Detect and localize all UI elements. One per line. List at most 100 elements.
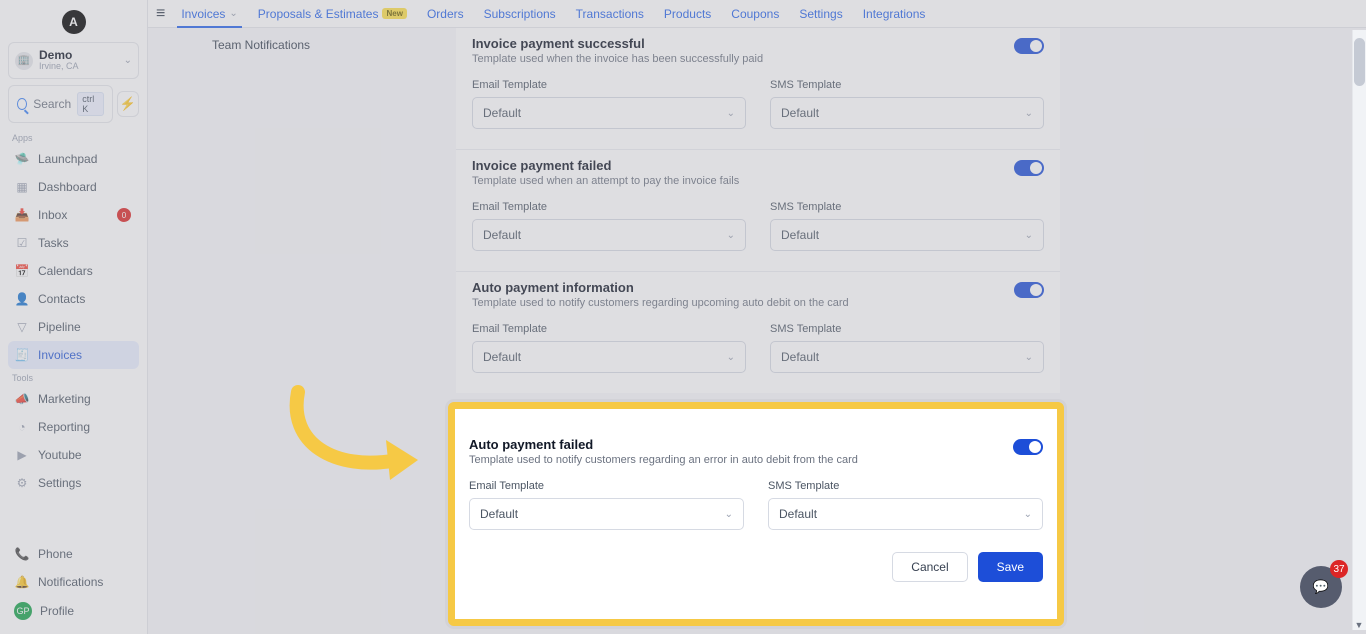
tab-settings[interactable]: Settings	[789, 2, 852, 26]
section-desc: Template used when an attempt to pay the…	[472, 175, 1014, 187]
email-template-select[interactable]: Default⌄	[469, 498, 744, 530]
tab-products[interactable]: Products	[654, 2, 721, 26]
chart-icon: ◔	[14, 419, 30, 435]
section-desc: Template used when the invoice has been …	[472, 53, 1014, 65]
sms-template-label: SMS Template	[770, 323, 1044, 335]
scrollbar-thumb[interactable]	[1354, 38, 1365, 86]
select-value: Default	[483, 350, 521, 364]
chevron-down-icon: ⌄	[727, 352, 735, 363]
chevron-down-icon: ⌄	[1025, 230, 1033, 241]
nav-label: Profile	[40, 604, 74, 618]
settings-subpanel: Team Notifications	[156, 28, 432, 62]
tab-label: Products	[664, 7, 711, 21]
sidebar-item-youtube[interactable]: ▶Youtube	[8, 441, 139, 469]
bolt-icon: ⚡	[120, 96, 136, 112]
tab-label: Subscriptions	[484, 7, 556, 21]
select-value: Default	[779, 507, 817, 521]
account-info: Demo Irvine, CA	[39, 49, 118, 72]
section-title: Invoice payment successful	[472, 36, 1014, 51]
nav-label: Dashboard	[38, 180, 97, 194]
menu-icon[interactable]: ≡	[156, 5, 165, 23]
toggle-switch[interactable]	[1014, 38, 1044, 54]
sidebar-item-invoices[interactable]: 🧾Invoices	[8, 341, 139, 369]
toggle-switch[interactable]	[1014, 282, 1044, 298]
sidebar-item-calendars[interactable]: 📅Calendars	[8, 257, 139, 285]
inbox-badge: 0	[117, 208, 131, 222]
top-tab-bar: ≡ Invoices⌄ Proposals & EstimatesNew Ord…	[148, 0, 1366, 28]
tab-label: Settings	[799, 7, 842, 21]
scroll-down-button[interactable]: ▼	[1352, 618, 1366, 632]
tab-integrations[interactable]: Integrations	[853, 2, 936, 26]
search-row: Search ctrl K ⚡	[8, 85, 139, 123]
logo-icon: A	[62, 10, 86, 34]
sidebar-item-profile[interactable]: GPProfile	[8, 596, 139, 626]
app-logo: A	[8, 8, 139, 36]
account-switcher[interactable]: 🏢 Demo Irvine, CA ⌄	[8, 42, 139, 79]
tab-label: Coupons	[731, 7, 779, 21]
sidebar-item-inbox[interactable]: 📥Inbox0	[8, 201, 139, 229]
tab-invoices[interactable]: Invoices⌄	[171, 2, 247, 26]
tab-subscriptions[interactable]: Subscriptions	[474, 2, 566, 26]
sidebar: A 🏢 Demo Irvine, CA ⌄ Search ctrl K ⚡ Ap…	[0, 0, 148, 634]
email-template-label: Email Template	[472, 201, 746, 213]
email-template-label: Email Template	[472, 323, 746, 335]
search-button[interactable]: Search ctrl K	[8, 85, 113, 123]
search-kbd: ctrl K	[77, 92, 104, 116]
chat-icon: 💬	[1313, 579, 1329, 595]
cancel-button[interactable]: Cancel	[892, 552, 967, 582]
sidebar-item-marketing[interactable]: 📣Marketing	[8, 385, 139, 413]
toggle-switch[interactable]	[1014, 160, 1044, 176]
quick-action-button[interactable]: ⚡	[117, 91, 139, 117]
nav-label: Reporting	[38, 420, 90, 434]
sub-item-team-notifications[interactable]: Team Notifications	[156, 28, 432, 62]
nav-label: Marketing	[38, 392, 91, 406]
sidebar-item-dashboard[interactable]: ▦ Dashboard	[8, 173, 139, 201]
sms-template-select[interactable]: Default⌄	[768, 498, 1043, 530]
sidebar-item-pipeline[interactable]: ▽Pipeline	[8, 313, 139, 341]
chevron-down-icon: ⌄	[1025, 352, 1033, 363]
chevron-down-icon: ⌄	[1025, 108, 1033, 119]
email-template-select[interactable]: Default ⌄	[472, 97, 746, 129]
tab-coupons[interactable]: Coupons	[721, 2, 789, 26]
email-template-select[interactable]: Default ⌄	[472, 341, 746, 373]
tab-transactions[interactable]: Transactions	[566, 2, 654, 26]
sidebar-item-launchpad[interactable]: 🛸Launchpad	[8, 145, 139, 173]
chevron-down-icon: ⌄	[124, 55, 132, 66]
sidebar-item-notifications[interactable]: 🔔Notifications	[8, 568, 139, 596]
tab-orders[interactable]: Orders	[417, 2, 474, 26]
select-value: Default	[483, 106, 521, 120]
gear-icon: ⚙	[14, 475, 30, 491]
sidebar-item-tasks[interactable]: ☑Tasks	[8, 229, 139, 257]
sidebar-item-settings[interactable]: ⚙Settings	[8, 469, 139, 497]
tab-label: Integrations	[863, 7, 926, 21]
section-payment-successful: Invoice payment successful Template used…	[456, 28, 1060, 150]
chevron-down-icon: ⌄	[229, 8, 237, 19]
sms-template-label: SMS Template	[770, 79, 1044, 91]
sms-template-select[interactable]: Default⌄	[770, 219, 1044, 251]
email-template-select[interactable]: Default⌄	[472, 219, 746, 251]
nav-label: Youtube	[38, 448, 82, 462]
sidebar-item-phone[interactable]: 📞Phone	[8, 540, 139, 568]
document-icon: 🧾	[14, 347, 30, 363]
sms-template-label: SMS Template	[770, 201, 1044, 213]
sms-template-select[interactable]: Default⌄	[770, 341, 1044, 373]
grid-icon: ▦	[14, 179, 30, 195]
tab-proposals[interactable]: Proposals & EstimatesNew	[248, 2, 417, 26]
chat-launcher[interactable]: 💬 37	[1300, 566, 1342, 608]
sidebar-item-reporting[interactable]: ◔ Reporting	[8, 413, 139, 441]
sms-template-select[interactable]: Default⌄	[770, 97, 1044, 129]
section-desc: Template used to notify customers regard…	[469, 454, 1013, 466]
tab-label: Proposals & Estimates	[258, 7, 379, 21]
tab-label: Transactions	[576, 7, 644, 21]
scrollbar-track[interactable]	[1352, 30, 1366, 630]
nav-label: Tasks	[38, 236, 69, 250]
sidebar-item-contacts[interactable]: 👤Contacts	[8, 285, 139, 313]
chevron-down-icon: ⌄	[727, 108, 735, 119]
chat-badge: 37	[1330, 560, 1348, 578]
nav-label: Phone	[38, 547, 73, 561]
nav-label: Calendars	[38, 264, 93, 278]
account-location: Irvine, CA	[39, 62, 118, 72]
toggle-switch[interactable]	[1013, 439, 1043, 455]
save-button[interactable]: Save	[978, 552, 1043, 582]
select-value: Default	[480, 507, 518, 521]
